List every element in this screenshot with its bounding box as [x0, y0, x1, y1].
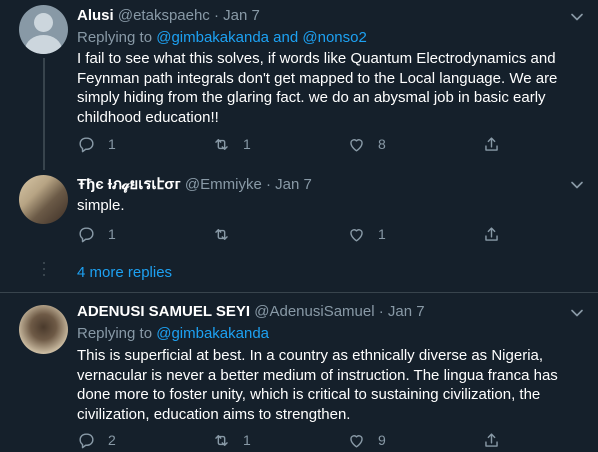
display-name[interactable]: Ŧђє Ɨภ𝓆ยเรเէσг: [77, 176, 181, 193]
tweet-inquisitor[interactable]: Ŧђє Ɨภ𝓆ยเรเէσг @Emmiyke · Jan 7 simple. …: [0, 170, 598, 258]
reply-icon: [79, 432, 94, 448]
avatar[interactable]: [19, 305, 68, 354]
share-icon: [485, 136, 498, 151]
share-icon: [485, 226, 498, 241]
retweet-icon: [215, 434, 228, 446]
avatar[interactable]: [19, 5, 68, 54]
separator-dot: ·: [213, 7, 219, 24]
tweet-header: Ŧђє Ɨภ𝓆ยเรเէσг @Emmiyke · Jan 7: [77, 175, 312, 195]
mention-link[interactable]: @nonso2: [302, 29, 366, 46]
chevron-down-icon[interactable]: [567, 175, 587, 195]
share-button[interactable]: [482, 430, 501, 450]
tweet-date[interactable]: Jan 7: [275, 176, 312, 193]
heart-icon: [350, 138, 363, 152]
like-button[interactable]: 8: [347, 134, 386, 154]
reply-button[interactable]: 1: [77, 134, 116, 154]
separator-dot: ·: [378, 303, 384, 320]
user-handle[interactable]: @Emmiyke: [185, 176, 262, 193]
retweet-count: 1: [243, 136, 251, 152]
share-button[interactable]: [482, 224, 501, 244]
retweet-button[interactable]: 1: [212, 430, 251, 450]
like-count: 9: [378, 432, 386, 448]
thread-dots: [43, 262, 45, 280]
reply-button[interactable]: 1: [77, 224, 116, 244]
tweet-text: I fail to see what this solves, if words…: [77, 50, 558, 126]
replying-to: Replying to @gimbakakanda: [77, 324, 269, 344]
mention-link[interactable]: @gimbakakanda: [156, 29, 269, 46]
tweet-text: simple.: [77, 197, 125, 214]
tweet-adenusi[interactable]: ADENUSI SAMUEL SEYI @AdenusiSamuel · Jan…: [0, 293, 598, 452]
more-replies-link[interactable]: 4 more replies: [77, 263, 172, 283]
tweet-actions: 1 1 8: [77, 134, 498, 154]
share-icon: [485, 432, 498, 447]
display-name[interactable]: ADENUSI SAMUEL SEYI: [77, 303, 250, 320]
avatar[interactable]: [19, 175, 68, 224]
reply-count: 1: [108, 136, 116, 152]
share-button[interactable]: [482, 134, 501, 154]
retweet-count: 1: [243, 432, 251, 448]
replying-to: Replying to @gimbakakanda and @nonso2: [77, 28, 367, 48]
reply-icon: [79, 136, 94, 152]
separator-dot: ·: [266, 176, 271, 193]
user-handle[interactable]: @etakspaehc: [118, 7, 210, 24]
heart-icon: [350, 228, 363, 242]
like-count: 1: [378, 226, 386, 242]
retweet-icon: [215, 138, 228, 150]
like-count: 8: [378, 136, 386, 152]
tweet-actions: 1 1: [77, 224, 498, 244]
tweet-date[interactable]: Jan 7: [388, 303, 425, 320]
reply-count: 2: [108, 432, 116, 448]
like-button[interactable]: 9: [347, 430, 386, 450]
tweet-alusi[interactable]: Alusi @etakspaehc · Jan 7 Replying to @g…: [0, 0, 598, 170]
replying-label: Replying to: [77, 325, 157, 342]
reply-count: 1: [108, 226, 116, 242]
user-handle[interactable]: @AdenusiSamuel: [254, 303, 374, 320]
tweet-header: ADENUSI SAMUEL SEYI @AdenusiSamuel · Jan…: [77, 302, 425, 322]
chevron-down-icon[interactable]: [567, 7, 587, 27]
retweet-icon: [215, 228, 228, 240]
like-button[interactable]: 1: [347, 224, 386, 244]
retweet-button[interactable]: [212, 224, 243, 244]
replying-label: Replying to: [77, 29, 157, 46]
reply-button[interactable]: 2: [77, 430, 116, 450]
thread-line: [43, 58, 45, 170]
mention-link[interactable]: @gimbakakanda: [156, 325, 269, 342]
tweet-actions: 2 1 9: [77, 430, 498, 450]
tweet-date[interactable]: Jan 7: [223, 7, 260, 24]
heart-icon: [350, 434, 363, 448]
retweet-button[interactable]: 1: [212, 134, 251, 154]
tweet-text: This is superficial at best. In a countr…: [77, 347, 558, 423]
reply-icon: [79, 226, 94, 242]
chevron-down-icon[interactable]: [567, 303, 587, 323]
display-name[interactable]: Alusi: [77, 7, 114, 24]
replying-and: and: [269, 29, 303, 46]
tweet-header: Alusi @etakspaehc · Jan 7: [77, 6, 260, 26]
